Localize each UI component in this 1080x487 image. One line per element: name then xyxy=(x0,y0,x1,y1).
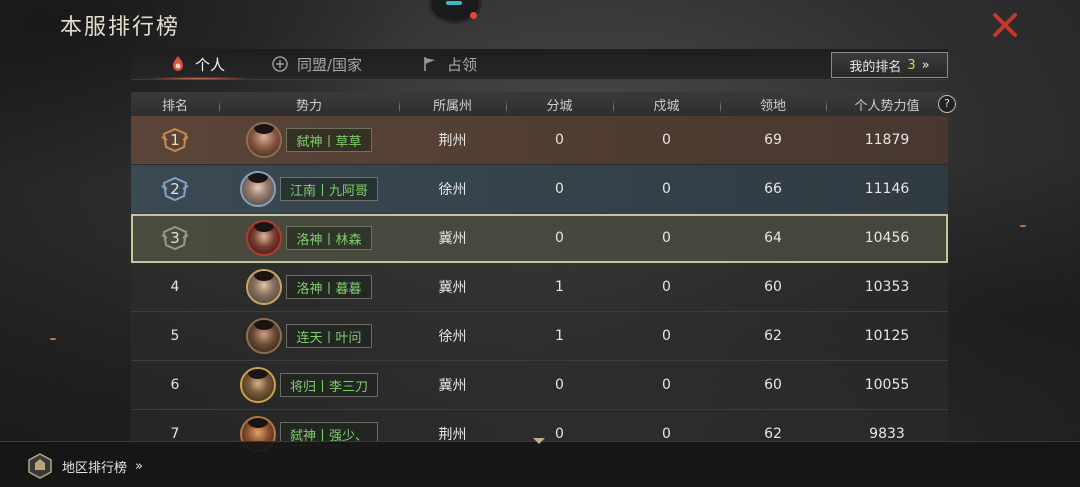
my-rank-button[interactable]: 我的排名 3 » xyxy=(831,52,948,78)
bottom-bar: 地区排行榜 » xyxy=(0,441,1080,487)
power-cell: 10353 xyxy=(864,279,910,295)
territory-cell: 69 xyxy=(764,132,782,148)
province-cell: 荆州 xyxy=(438,133,467,149)
power-cell: 10125 xyxy=(864,328,910,344)
ranking-table: 排名 势力 所属州 分城 戍城 领地 个人势力值 ? 1 弑神丨草草 荆州 0 … xyxy=(131,92,956,459)
double-chevron-icon: » xyxy=(921,57,930,73)
flag-icon xyxy=(424,57,435,71)
garrisons-cell: 0 xyxy=(662,181,671,197)
scroll-down-indicator-icon[interactable] xyxy=(533,438,545,444)
column-header-force: 势力 xyxy=(219,95,399,114)
avatar[interactable] xyxy=(246,220,283,256)
double-chevron-icon: » xyxy=(135,458,143,474)
garrisons-cell: 0 xyxy=(662,377,671,393)
ember-decoration xyxy=(50,338,56,340)
table-row[interactable]: 6 将归丨李三刀 冀州 0 0 60 10055 xyxy=(131,361,948,410)
rank-number: 6 xyxy=(170,377,180,393)
rank-badge-bronze: 3 xyxy=(160,225,190,251)
avatar[interactable] xyxy=(246,269,283,305)
power-cell: 9833 xyxy=(869,426,905,442)
garrisons-cell: 0 xyxy=(662,426,671,442)
table-header: 排名 势力 所属州 分城 戍城 领地 个人势力值 ? xyxy=(131,92,956,116)
branch-cities-cell: 0 xyxy=(555,181,564,197)
column-header-branch-cities: 分城 xyxy=(506,95,613,114)
power-cell: 11146 xyxy=(864,181,910,197)
avatar[interactable] xyxy=(239,171,276,207)
power-cell: 10055 xyxy=(864,377,910,393)
territory-cell: 66 xyxy=(764,181,782,197)
table-row[interactable]: 1 弑神丨草草 荆州 0 0 69 11879 xyxy=(131,116,948,165)
ember-decoration xyxy=(1020,225,1026,227)
territory-cell: 64 xyxy=(764,230,782,246)
table-row[interactable]: 5 连天丨叶问 徐州 1 0 62 10125 xyxy=(131,312,948,361)
rank-number: 5 xyxy=(170,328,180,344)
top-orb-icon[interactable] xyxy=(428,0,482,24)
province-cell: 冀州 xyxy=(438,280,467,296)
branch-cities-cell: 1 xyxy=(555,328,564,344)
province-cell: 徐州 xyxy=(438,182,467,198)
tab-personal[interactable]: 个人 xyxy=(142,49,256,80)
power-cell: 11879 xyxy=(864,132,910,148)
garrisons-cell: 0 xyxy=(662,328,671,344)
branch-cities-cell: 0 xyxy=(555,377,564,393)
rank-number: 4 xyxy=(170,279,180,295)
force-name[interactable]: 洛神丨林森 xyxy=(286,226,372,250)
tab-alliance[interactable]: 同盟/国家 xyxy=(271,49,362,79)
garrisons-cell: 0 xyxy=(662,132,671,148)
power-cell: 10456 xyxy=(864,230,910,246)
province-cell: 冀州 xyxy=(438,231,467,247)
help-icon[interactable]: ? xyxy=(938,95,956,113)
avatar[interactable] xyxy=(246,122,283,158)
table-row[interactable]: 4 洛神丨暮暮 冀州 1 0 60 10353 xyxy=(131,263,948,312)
column-header-power: 个人势力值 xyxy=(826,95,948,114)
force-name[interactable]: 将归丨李三刀 xyxy=(279,373,378,397)
province-cell: 徐州 xyxy=(438,329,467,345)
person-flame-icon xyxy=(173,56,183,71)
territory-cell: 60 xyxy=(764,279,782,295)
garrisons-cell: 0 xyxy=(662,230,671,246)
column-header-territory: 领地 xyxy=(720,95,826,114)
force-name[interactable]: 江南丨九阿哥 xyxy=(279,177,378,201)
territory-cell: 62 xyxy=(764,328,782,344)
rank-badge-silver: 2 xyxy=(160,176,190,202)
branch-cities-cell: 0 xyxy=(555,230,564,246)
force-name[interactable]: 弑神丨草草 xyxy=(286,128,372,152)
force-name[interactable]: 连天丨叶问 xyxy=(286,324,372,348)
close-icon xyxy=(993,13,1017,37)
garrisons-cell: 0 xyxy=(662,279,671,295)
table-row[interactable]: 2 江南丨九阿哥 徐州 0 0 66 11146 xyxy=(131,165,948,214)
avatar[interactable] xyxy=(246,318,283,354)
avatar[interactable] xyxy=(239,367,276,403)
branch-cities-cell: 1 xyxy=(555,279,564,295)
column-header-garrisons: 戍城 xyxy=(613,95,720,114)
rank-badge-gold: 1 xyxy=(160,127,190,153)
province-cell: 冀州 xyxy=(438,378,467,394)
tab-bar: 个人 同盟/国家 占领 我的排名 3 » xyxy=(131,49,948,80)
rank-number: 7 xyxy=(170,426,180,442)
column-header-province: 所属州 xyxy=(399,95,506,114)
tab-occupation[interactable]: 占领 xyxy=(421,49,477,79)
branch-cities-cell: 0 xyxy=(555,426,564,442)
branch-cities-cell: 0 xyxy=(555,132,564,148)
region-emblem-icon xyxy=(28,453,52,479)
table-row-self[interactable]: 3 洛神丨林森 冀州 0 0 64 10456 xyxy=(131,214,948,263)
close-button[interactable] xyxy=(990,10,1020,40)
region-ranking-button[interactable]: 地区排行榜 » xyxy=(26,452,143,480)
territory-cell: 62 xyxy=(764,426,782,442)
force-name[interactable]: 洛神丨暮暮 xyxy=(286,275,372,299)
page-title: 本服排行榜 xyxy=(60,15,181,40)
territory-cell: 60 xyxy=(764,377,782,393)
alliance-emblem-icon xyxy=(272,56,288,72)
column-header-rank: 排名 xyxy=(161,98,188,114)
